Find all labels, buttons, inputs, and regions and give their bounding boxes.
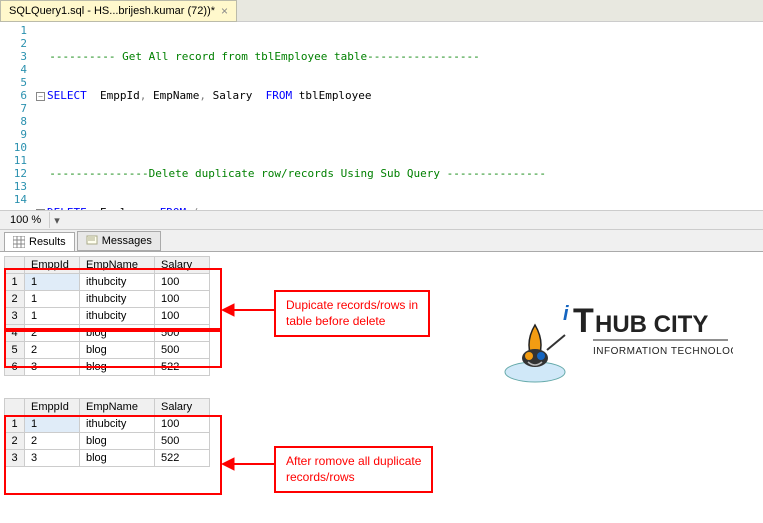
table-row[interactable]: 63blog522 — [5, 359, 210, 376]
arrow-icon — [222, 300, 274, 320]
annotation-label-after: After romove all duplicaterecords/rows — [274, 446, 433, 493]
table-row[interactable]: 11ithubcity100 — [5, 416, 210, 433]
fold-icon[interactable]: − — [36, 209, 45, 210]
editor-tab-bar: SQLQuery1.sql - HS...brijesh.kumar (72))… — [0, 0, 763, 22]
col-header[interactable]: Salary — [155, 399, 210, 416]
svg-text:i: i — [563, 303, 569, 325]
zoom-level[interactable]: 100 % — [2, 212, 50, 228]
results-table-2[interactable]: EmppId EmpName Salary 11ithubcity100 22b… — [4, 398, 210, 467]
table-row[interactable]: 22blog500 — [5, 433, 210, 450]
arrow-icon — [222, 454, 274, 474]
svg-text:T: T — [573, 302, 594, 340]
table-row[interactable]: 31ithubcity100 — [5, 308, 210, 325]
file-tab[interactable]: SQLQuery1.sql - HS...brijesh.kumar (72))… — [0, 0, 237, 22]
fold-icon[interactable]: − — [36, 92, 45, 101]
col-header[interactable]: EmppId — [25, 399, 80, 416]
corner-cell — [5, 399, 25, 416]
chevron-down-icon[interactable]: ▾ — [50, 214, 64, 227]
table-row[interactable]: 42blog500 — [5, 325, 210, 342]
annotation-label-before: Dupicate records/rows intable before del… — [274, 290, 430, 337]
message-icon — [86, 235, 98, 247]
results-table-1[interactable]: EmppId EmpName Salary 11ithubcity100 21i… — [4, 256, 210, 376]
table-row[interactable]: 21ithubcity100 — [5, 291, 210, 308]
table-header-row: EmppId EmpName Salary — [5, 399, 210, 416]
results-tabs: Results Messages — [0, 230, 763, 252]
tab-messages[interactable]: Messages — [77, 231, 161, 251]
col-header[interactable]: EmppId — [25, 257, 80, 274]
zoom-bar: 100 % ▾ — [0, 210, 763, 230]
line-gutter: 123 456 789 101112 1314 — [0, 22, 32, 210]
file-tab-title: SQLQuery1.sql - HS...brijesh.kumar (72))… — [9, 5, 215, 17]
corner-cell — [5, 257, 25, 274]
col-header[interactable]: EmpName — [80, 257, 155, 274]
table-header-row: EmppId EmpName Salary — [5, 257, 210, 274]
grid-icon — [13, 236, 25, 248]
tab-results[interactable]: Results — [4, 232, 75, 252]
col-header[interactable]: EmpName — [80, 399, 155, 416]
code-area[interactable]: ---------- Get All record from tblEmploy… — [32, 22, 763, 210]
logo-ithubcity: i T HUB CITY INFORMATION TECHNOLOGY — [493, 290, 733, 400]
col-header[interactable]: Salary — [155, 257, 210, 274]
close-icon[interactable]: × — [221, 4, 228, 18]
svg-text:INFORMATION TECHNOLOGY: INFORMATION TECHNOLOGY — [593, 346, 733, 357]
table-row[interactable]: 11ithubcity100 — [5, 274, 210, 291]
table-row[interactable]: 33blog522 — [5, 450, 210, 467]
svg-text:HUB CITY: HUB CITY — [595, 311, 708, 338]
table-row[interactable]: 52blog500 — [5, 342, 210, 359]
code-editor[interactable]: 123 456 789 101112 1314 ---------- Get A… — [0, 22, 763, 210]
